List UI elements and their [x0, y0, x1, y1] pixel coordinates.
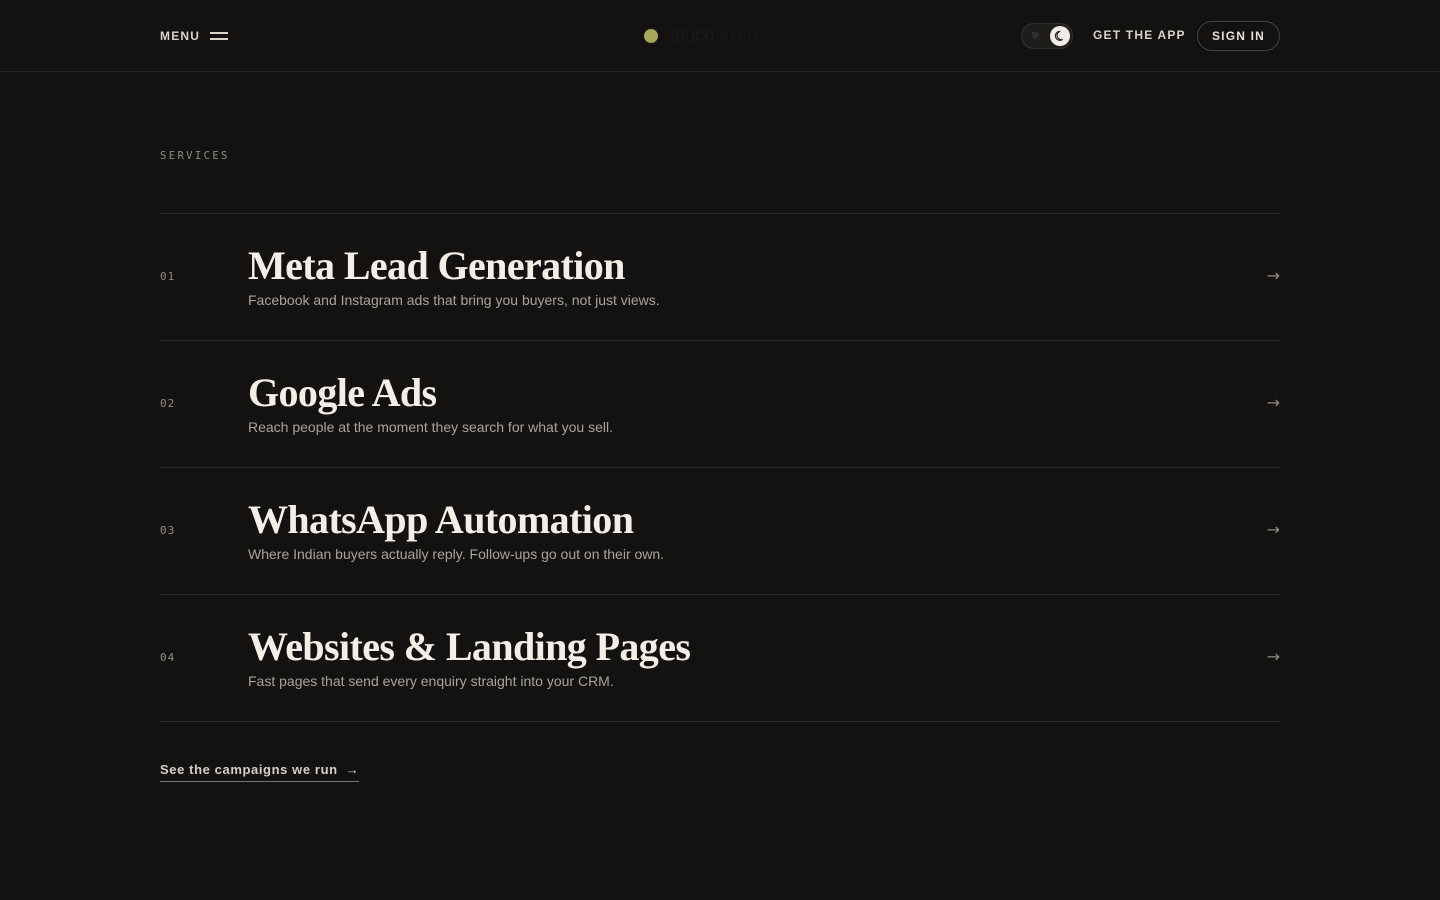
service-description: Fast pages that send every enquiry strai… [248, 673, 614, 689]
toggle-knob [1050, 26, 1070, 46]
section-label: SERVICES [160, 150, 230, 162]
hamburger-icon [210, 32, 229, 40]
get-app-link[interactable]: GET THE APP [1093, 28, 1186, 42]
service-item-meta-lead-generation[interactable]: 01 Meta Lead Generation Facebook and Ins… [160, 214, 1280, 341]
service-title: WhatsApp Automation [248, 497, 634, 542]
service-description: Reach people at the moment they search f… [248, 419, 613, 435]
menu-label: MENU [160, 29, 201, 43]
sun-icon: ☼ [1030, 29, 1040, 42]
sign-in-button[interactable]: SIGN IN [1197, 21, 1280, 51]
service-title: Google Ads [248, 370, 437, 415]
service-number: 02 [160, 397, 176, 410]
logo-subtext: MEDIA [719, 30, 762, 42]
service-description: Where Indian buyers actually reply. Foll… [248, 546, 665, 562]
service-item-websites-landing-pages[interactable]: 04 Websites & Landing Pages Fast pages t… [160, 595, 1280, 722]
service-item-whatsapp-automation[interactable]: 03 WhatsApp Automation Where Indian buye… [160, 468, 1280, 595]
menu-button[interactable]: MENU [160, 26, 229, 46]
service-number: 04 [160, 651, 176, 664]
services-list: 01 Meta Lead Generation Facebook and Ins… [160, 213, 1280, 722]
logo[interactable]: tauco MEDIA [644, 25, 762, 46]
arrow-right-icon: → [345, 762, 360, 777]
arrow-right-icon[interactable]: → [1267, 266, 1280, 286]
logo-wordmark: tauco [670, 25, 714, 46]
service-title: Websites & Landing Pages [248, 624, 691, 669]
see-campaigns-link[interactable]: See the campaigns we run → [160, 762, 360, 782]
arrow-right-icon[interactable]: → [1267, 520, 1280, 540]
logo-dot-icon [644, 29, 658, 43]
arrow-right-icon[interactable]: → [1267, 647, 1280, 667]
theme-toggle[interactable]: ☼ [1021, 23, 1073, 49]
service-number: 03 [160, 524, 176, 537]
service-title: Meta Lead Generation [248, 243, 625, 288]
service-description: Facebook and Instagram ads that bring yo… [248, 292, 660, 308]
service-item-google-ads[interactable]: 02 Google Ads Reach people at the moment… [160, 341, 1280, 468]
cta-label: See the campaigns we run [160, 762, 338, 777]
arrow-right-icon[interactable]: → [1267, 393, 1280, 413]
site-header: MENU tauco MEDIA ☼ GET THE APP SIGN IN [0, 0, 1440, 72]
moon-icon [1054, 30, 1063, 41]
service-number: 01 [160, 270, 176, 283]
